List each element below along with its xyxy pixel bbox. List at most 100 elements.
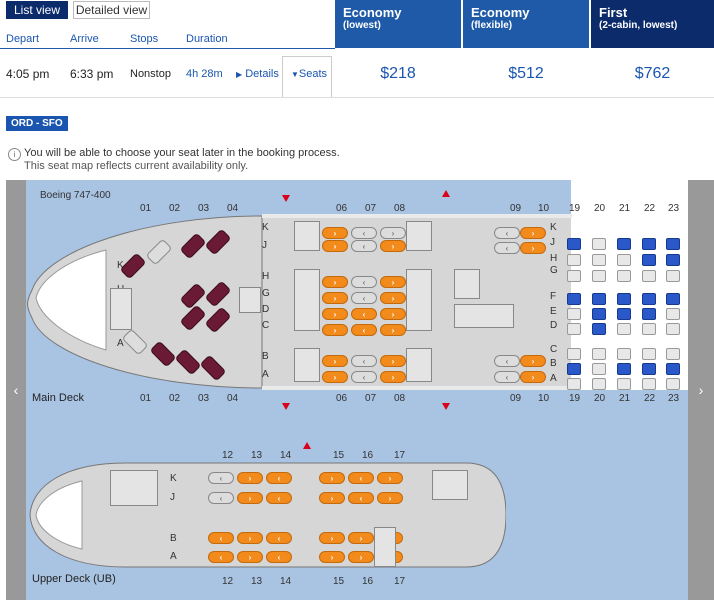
business-seat[interactable]: ‹ — [494, 242, 520, 254]
details-link[interactable]: ▶ Details — [236, 68, 279, 80]
upper-deck-seat[interactable]: › — [377, 492, 403, 504]
economy-seat[interactable] — [666, 348, 680, 360]
business-seat[interactable]: ‹ — [351, 276, 377, 288]
tab-list-view[interactable]: List view — [6, 1, 68, 19]
fare-header-economy-flexible[interactable]: Economy (flexible) — [463, 0, 589, 48]
economy-seat[interactable] — [642, 348, 656, 360]
col-arrive[interactable]: Arrive — [70, 33, 99, 45]
economy-seat[interactable] — [666, 293, 680, 305]
economy-seat[interactable] — [592, 363, 606, 375]
economy-seat[interactable] — [567, 270, 581, 282]
upper-deck-seat[interactable]: ‹ — [266, 551, 292, 563]
economy-seat[interactable] — [642, 254, 656, 266]
business-seat[interactable]: ‹ — [351, 292, 377, 304]
business-seat[interactable]: › — [520, 355, 546, 367]
business-seat[interactable]: › — [322, 276, 348, 288]
economy-seat[interactable] — [617, 308, 631, 320]
business-seat[interactable]: › — [322, 292, 348, 304]
business-seat[interactable]: ‹ — [351, 324, 377, 336]
upper-deck-seat[interactable]: › — [348, 551, 374, 563]
economy-seat[interactable] — [666, 238, 680, 250]
economy-seat[interactable] — [592, 270, 606, 282]
economy-seat[interactable] — [617, 323, 631, 335]
upper-deck-seat[interactable]: ‹ — [208, 551, 234, 563]
business-seat[interactable]: ‹ — [351, 371, 377, 383]
business-seat[interactable]: › — [520, 371, 546, 383]
business-seat[interactable]: › — [380, 355, 406, 367]
economy-seat[interactable] — [617, 293, 631, 305]
upper-deck-seat[interactable]: › — [237, 551, 263, 563]
business-seat[interactable]: ‹ — [351, 240, 377, 252]
economy-seat[interactable] — [592, 323, 606, 335]
economy-seat[interactable] — [592, 238, 606, 250]
economy-seat[interactable] — [567, 323, 581, 335]
price-economy-flexible[interactable]: $512 — [463, 65, 589, 83]
economy-seat[interactable] — [567, 308, 581, 320]
upper-deck-seat[interactable]: › — [237, 532, 263, 544]
economy-seat[interactable] — [617, 238, 631, 250]
upper-deck-seat[interactable]: ‹ — [348, 472, 374, 484]
col-depart[interactable]: Depart — [6, 33, 39, 45]
business-seat[interactable]: › — [322, 371, 348, 383]
economy-seat[interactable] — [567, 238, 581, 250]
next-arrow-button[interactable]: › — [688, 180, 714, 600]
col-duration[interactable]: Duration — [186, 33, 228, 45]
business-seat[interactable]: › — [380, 324, 406, 336]
economy-seat[interactable] — [592, 308, 606, 320]
economy-seat[interactable] — [666, 308, 680, 320]
upper-deck-seat[interactable]: ‹ — [348, 492, 374, 504]
upper-deck-seat[interactable]: › — [237, 472, 263, 484]
upper-deck-seat[interactable]: › — [319, 532, 345, 544]
economy-seat[interactable] — [642, 238, 656, 250]
business-seat[interactable]: › — [322, 308, 348, 320]
economy-seat[interactable] — [567, 254, 581, 266]
business-seat[interactable]: › — [520, 227, 546, 239]
upper-deck-seat[interactable]: › — [348, 532, 374, 544]
economy-seat[interactable] — [592, 254, 606, 266]
duration-link[interactable]: 4h 28m — [186, 68, 223, 80]
fare-header-first[interactable]: First (2-cabin, lowest) — [591, 0, 714, 48]
economy-seat[interactable] — [567, 378, 581, 390]
economy-seat[interactable] — [617, 378, 631, 390]
economy-seat[interactable] — [666, 270, 680, 282]
upper-deck-seat[interactable]: › — [237, 492, 263, 504]
upper-deck-seat[interactable]: › — [319, 472, 345, 484]
economy-seat[interactable] — [592, 378, 606, 390]
business-seat[interactable]: ‹ — [351, 308, 377, 320]
economy-seat[interactable] — [617, 254, 631, 266]
seats-tab[interactable]: ▼Seats — [282, 56, 332, 98]
business-seat[interactable]: ‹ — [351, 227, 377, 239]
economy-seat[interactable] — [642, 363, 656, 375]
economy-seat[interactable] — [642, 378, 656, 390]
business-seat[interactable]: › — [322, 355, 348, 367]
economy-seat[interactable] — [617, 363, 631, 375]
economy-seat[interactable] — [567, 348, 581, 360]
economy-seat[interactable] — [642, 270, 656, 282]
economy-seat[interactable] — [592, 293, 606, 305]
economy-seat[interactable] — [642, 308, 656, 320]
business-seat[interactable]: › — [380, 227, 406, 239]
economy-seat[interactable] — [567, 363, 581, 375]
business-seat[interactable]: › — [322, 324, 348, 336]
business-seat[interactable]: › — [322, 240, 348, 252]
upper-deck-seat[interactable]: ‹ — [266, 492, 292, 504]
price-economy-lowest[interactable]: $218 — [335, 65, 461, 83]
economy-seat[interactable] — [666, 378, 680, 390]
upper-deck-seat[interactable]: ‹ — [208, 492, 234, 504]
fare-header-economy-lowest[interactable]: Economy (lowest) — [335, 0, 461, 48]
economy-seat[interactable] — [617, 270, 631, 282]
upper-deck-seat[interactable]: › — [319, 551, 345, 563]
prev-arrow-button[interactable]: ‹ — [6, 180, 26, 600]
business-seat[interactable]: › — [380, 240, 406, 252]
upper-deck-seat[interactable]: ‹ — [208, 472, 234, 484]
business-seat[interactable]: ‹ — [494, 371, 520, 383]
economy-seat[interactable] — [666, 323, 680, 335]
upper-deck-seat[interactable]: ‹ — [266, 532, 292, 544]
business-seat[interactable]: › — [380, 371, 406, 383]
economy-seat[interactable] — [666, 363, 680, 375]
upper-deck-seat[interactable]: › — [319, 492, 345, 504]
tab-detailed-view[interactable]: Detailed view — [73, 1, 150, 19]
upper-deck-seat[interactable]: ‹ — [266, 472, 292, 484]
business-seat[interactable]: ‹ — [494, 227, 520, 239]
business-seat[interactable]: ‹ — [494, 355, 520, 367]
